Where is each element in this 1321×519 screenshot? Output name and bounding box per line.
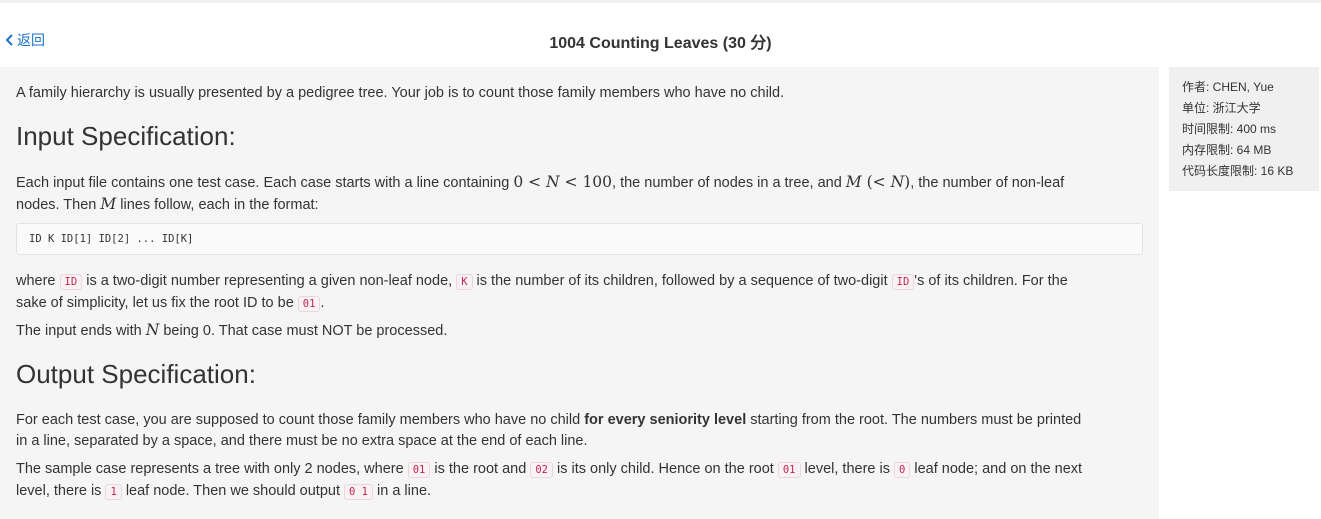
author-info: 作者: CHEN, Yue	[1182, 80, 1274, 94]
memory-limit-info: 内存限制: 64 MB	[1182, 143, 1272, 157]
input-format-code-block: ID K ID[1] ID[2] ... ID[K]	[16, 223, 1143, 255]
input-spec-paragraph-3: The input ends with N being 0. That case…	[16, 321, 448, 339]
inline-code: 02	[530, 462, 553, 478]
intro-paragraph: A family hierarchy is usually presented …	[16, 85, 785, 101]
inline-code: 0	[894, 462, 911, 478]
code-length-limit-info: 代码长度限制: 16 KB	[1182, 164, 1294, 178]
output-spec-paragraph-2: The sample case represents a tree with o…	[16, 461, 1083, 500]
problem-info-panel: 作者: CHEN, Yue 单位: 浙江大学 时间限制: 400 ms 内存限制…	[1169, 67, 1319, 191]
inline-code: ID	[59, 274, 83, 290]
input-spec-paragraph-1: Each input file contains one test case. …	[16, 173, 1065, 213]
problem-description: A family hierarchy is usually presented …	[0, 67, 1159, 519]
unit-info: 单位: 浙江大学	[1182, 101, 1261, 115]
inline-code: 0 1	[344, 484, 373, 500]
output-spec-heading: Output Specification:	[16, 359, 256, 389]
inline-code: 01	[407, 462, 431, 478]
page-header: 返回 1004 Counting Leaves (30 分)	[0, 3, 1321, 67]
time-limit-info: 时间限制: 400 ms	[1182, 122, 1277, 136]
inline-code: ID	[891, 274, 915, 290]
inline-code: 01	[297, 296, 321, 312]
page-title: 1004 Counting Leaves (30 分)	[549, 35, 772, 52]
input-spec-paragraph-2: where ID is a two-digit number represent…	[16, 273, 1068, 312]
inline-code: 01	[777, 462, 801, 478]
inline-code: 1	[105, 484, 122, 500]
inline-code: K	[456, 274, 473, 290]
output-spec-paragraph-1: For each test case, you are supposed to …	[16, 412, 1082, 449]
input-spec-heading: Input Specification:	[16, 121, 236, 151]
